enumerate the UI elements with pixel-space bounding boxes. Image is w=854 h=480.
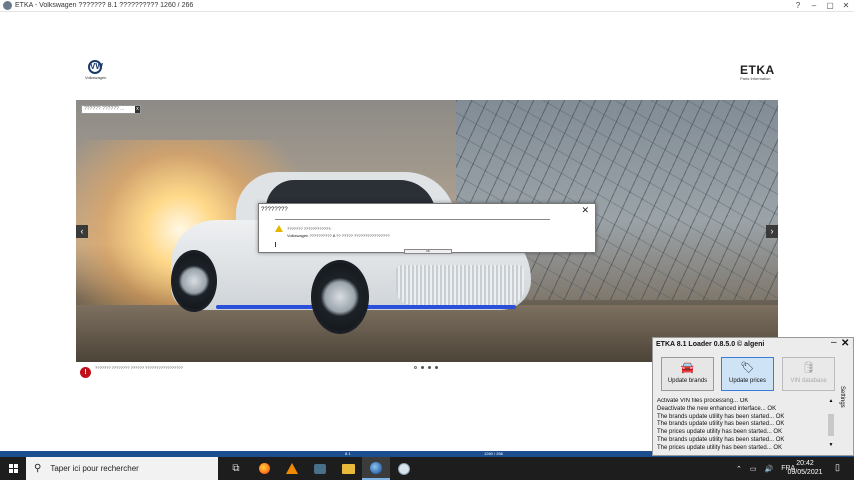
taskbar-search-placeholder: Taper ici pour rechercher: [50, 464, 139, 473]
log-line: Deactivate the new enhanced interface...…: [657, 405, 777, 412]
scroll-thumb[interactable]: [828, 414, 834, 436]
log-line: The prices update utility has been start…: [657, 444, 783, 451]
search-input[interactable]: ?????? ?????? ... x: [81, 105, 141, 114]
carousel-dot[interactable]: [421, 366, 424, 369]
clock-date: 09/05/2021: [787, 469, 823, 476]
log-line: The brands update utility has been start…: [657, 421, 785, 428]
text-cursor: [275, 242, 276, 247]
scroll-up-icon[interactable]: ▲: [828, 398, 834, 404]
clock[interactable]: 20:42 09/05/2021: [783, 459, 827, 477]
vin-database-button[interactable]: 🛢 VIN database: [782, 357, 835, 391]
app-icon: [3, 1, 12, 10]
carousel-dot[interactable]: [435, 366, 438, 369]
warning-icon: [275, 225, 283, 232]
log-line: Activate VIN files processing... OK: [657, 398, 749, 404]
car-rear-wheel: [171, 250, 217, 312]
log-line: The brands update utility has been start…: [657, 436, 785, 443]
maximize-button[interactable]: ▢: [822, 1, 838, 10]
update-brands-button[interactable]: 🚘 Update brands: [661, 357, 714, 391]
start-button[interactable]: [0, 457, 26, 480]
database-icon: 🛢: [801, 362, 816, 374]
update-prices-label: Update prices: [728, 378, 767, 384]
update-prices-button[interactable]: 🏷 Update prices: [721, 357, 774, 391]
taskbar: ⚲ Taper ici pour rechercher ⧉ ⌃ ▭ 🔊 FRA …: [0, 457, 854, 480]
keyboard-icon[interactable]: ▭: [750, 465, 757, 473]
task-view-icon[interactable]: ⧉: [222, 457, 250, 480]
message-dialog: ???????? ✕ ??????? ????????????: Volkswa…: [258, 203, 596, 254]
loader-app-icon[interactable]: [390, 457, 418, 480]
notifications-icon[interactable]: ▯: [835, 462, 840, 473]
carousel-prev-button[interactable]: ‹: [76, 225, 88, 238]
update-brands-label: Update brands: [667, 378, 708, 384]
etka-logo-text: ETKA: [740, 63, 775, 77]
help-button[interactable]: ?: [790, 1, 806, 10]
close-button[interactable]: ✕: [838, 1, 854, 10]
notice-text: ??????? ???????? ?????? ????????????????…: [95, 365, 183, 370]
tray-chevron-icon[interactable]: ⌃: [736, 465, 742, 473]
vin-database-label: VIN database: [790, 378, 827, 384]
settings-tab[interactable]: Settings: [839, 386, 845, 408]
dialog-message-line1: ??????? ????????????:: [287, 226, 332, 231]
carousel-dot[interactable]: [428, 366, 431, 369]
taskbar-apps: ⧉: [222, 457, 418, 480]
log-scrollbar[interactable]: ▲ ▼: [828, 398, 834, 454]
log-output: Activate VIN files processing... OK Deac…: [657, 398, 827, 454]
dialog-message-line2: Volkswagen ?????????? 8.?? ????? ???????…: [287, 233, 390, 238]
price-tag-icon: 🏷: [740, 362, 755, 374]
loader-title: ETKA 8.1 Loader 0.8.5.0 © algeni: [656, 341, 765, 348]
log-line: The brands update utility has been start…: [657, 413, 785, 420]
loader-close-button[interactable]: ✕: [841, 338, 849, 349]
log-line: The prices update utility has been start…: [657, 429, 783, 436]
window-title: ETKA - Volkswagen ??????? 8.1 ??????????…: [15, 2, 194, 9]
vw-logo: VW Volkswagen: [85, 60, 107, 80]
firefox-icon[interactable]: [250, 457, 278, 480]
etka-app-icon[interactable]: [362, 457, 390, 480]
search-clear-button[interactable]: x: [135, 106, 140, 113]
scroll-down-icon[interactable]: ▼: [828, 442, 834, 448]
carousel-dot[interactable]: [414, 366, 417, 369]
carousel-next-button[interactable]: ›: [766, 225, 778, 238]
search-icon: ⚲: [34, 463, 42, 474]
vw-logo-text: Volkswagen: [85, 75, 107, 80]
dialog-ok-button[interactable]: Ok: [404, 249, 452, 254]
loader-panel: ETKA 8.1 Loader 0.8.5.0 © algeni – ✕ 🚘 U…: [652, 337, 854, 456]
taskbar-search[interactable]: ⚲ Taper ici pour rechercher: [26, 457, 218, 480]
screen: ETKA - Volkswagen ??????? 8.1 ??????????…: [0, 0, 854, 480]
media-player-icon[interactable]: [306, 457, 334, 480]
minimize-button[interactable]: –: [806, 1, 822, 10]
windows-icon: [8, 464, 18, 473]
etka-logo-subtitle: Parts Information: [740, 76, 771, 81]
dialog-close-icon[interactable]: ✕: [581, 205, 589, 216]
car-grille: [396, 265, 524, 305]
etka-logo: ETKA Parts Information: [740, 63, 775, 81]
dialog-content: ??????? ????????????: Volkswagen ???????…: [275, 219, 550, 247]
car-front-wheel: [311, 260, 369, 334]
carousel-dots: [414, 366, 438, 369]
vlc-icon[interactable]: [278, 457, 306, 480]
dialog-title: ????????: [261, 207, 288, 213]
alert-icon[interactable]: !: [80, 367, 91, 378]
volume-icon[interactable]: 🔊: [765, 465, 774, 473]
clock-time: 20:42: [796, 460, 814, 467]
vw-emblem-icon: VW: [88, 60, 103, 74]
loader-minimize-button[interactable]: –: [831, 337, 837, 348]
file-explorer-icon[interactable]: [334, 457, 362, 480]
search-placeholder: ?????? ?????? ...: [84, 106, 125, 112]
car-icon: 🚘: [680, 362, 695, 374]
window-titlebar: ETKA - Volkswagen ??????? 8.1 ??????????…: [0, 0, 854, 12]
